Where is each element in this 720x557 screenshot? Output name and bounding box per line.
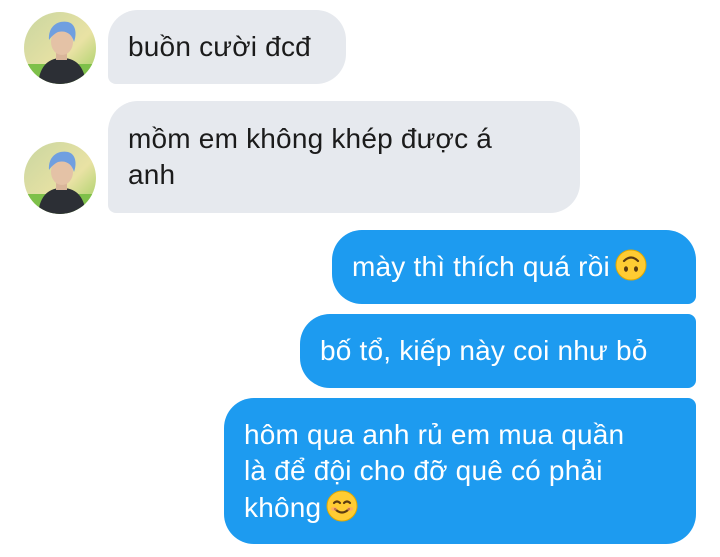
message-text-line: là để đội cho đỡ quê có phải xyxy=(244,455,603,486)
smiling-face-icon xyxy=(325,489,359,523)
message-text: bố tổ, kiếp này coi như bỏ xyxy=(320,335,648,366)
avatar-image xyxy=(24,142,96,214)
message-text-line: mồm em không khép được á xyxy=(128,123,493,154)
message-text-line: hôm qua anh rủ em mua quần xyxy=(244,419,625,450)
message-text: buồn cười đcđ xyxy=(128,31,311,62)
message-bubble-outgoing[interactable]: bố tổ, kiếp này coi như bỏ xyxy=(300,314,696,388)
contact-avatar[interactable] xyxy=(24,12,96,84)
message-bubble-incoming[interactable]: mồm em không khép được á anh xyxy=(108,101,580,213)
message-text: mày thì thích quá rồi xyxy=(352,248,676,285)
contact-avatar[interactable] xyxy=(24,142,96,214)
message-text-line: không xyxy=(244,489,676,526)
message-bubble-outgoing[interactable]: hôm qua anh rủ em mua quần là để đội cho… xyxy=(224,398,696,544)
message-text-content: không xyxy=(244,492,322,523)
message-bubble-outgoing[interactable]: mày thì thích quá rồi xyxy=(332,230,696,304)
message-text-content: mày thì thích quá rồi xyxy=(352,251,610,282)
upside-down-face-icon xyxy=(614,248,648,282)
message-bubble-incoming[interactable]: buồn cười đcđ xyxy=(108,10,346,84)
avatar-image xyxy=(24,12,96,84)
chat-thread: buồn cười đcđ mồm em không khép được á a… xyxy=(0,0,720,557)
message-text-line: anh xyxy=(128,159,176,190)
